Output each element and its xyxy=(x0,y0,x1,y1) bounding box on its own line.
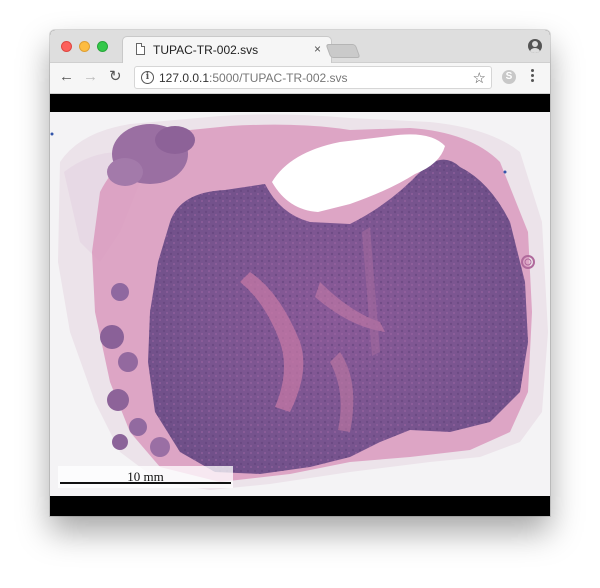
address-bar[interactable]: i 127.0.0.1:5000/TUPAC-TR-002.svs ☆ xyxy=(134,66,492,89)
slide-viewer[interactable]: 10 mm xyxy=(50,94,550,516)
info-icon[interactable]: i xyxy=(141,71,154,84)
browser-window: TUPAC-TR-002.svs × ← → ↻ i 127.0.0.1:500… xyxy=(50,30,550,516)
title-bar: TUPAC-TR-002.svs × xyxy=(50,30,550,63)
extension-icon[interactable]: S xyxy=(502,70,516,84)
tab-close-button[interactable]: × xyxy=(314,42,321,56)
close-window-button[interactable] xyxy=(61,41,72,52)
scale-line xyxy=(60,482,231,484)
screen: TUPAC-TR-002.svs × ← → ↻ i 127.0.0.1:500… xyxy=(0,0,600,588)
url-path: :5000/TUPAC-TR-002.svs xyxy=(209,71,348,85)
bookmark-star-icon[interactable]: ☆ xyxy=(473,69,486,87)
maximize-window-button[interactable] xyxy=(97,41,108,52)
back-button[interactable]: ← xyxy=(59,69,74,85)
browser-toolbar: ← → ↻ i 127.0.0.1:5000/TUPAC-TR-002.svs … xyxy=(50,63,550,94)
new-tab-button[interactable] xyxy=(325,44,361,58)
menu-kebab-icon[interactable] xyxy=(531,69,535,85)
forward-button[interactable]: → xyxy=(83,69,98,85)
url-text: 127.0.0.1:5000/TUPAC-TR-002.svs xyxy=(159,71,348,85)
scale-bar: 10 mm xyxy=(58,466,233,488)
tab-title: TUPAC-TR-002.svs xyxy=(153,43,259,57)
minimize-window-button[interactable] xyxy=(79,41,90,52)
url-host: 127.0.0.1 xyxy=(159,71,210,85)
profile-icon[interactable] xyxy=(528,39,542,53)
reload-button[interactable]: ↻ xyxy=(109,69,122,85)
document-icon xyxy=(136,43,145,55)
tab-active[interactable]: TUPAC-TR-002.svs × xyxy=(122,36,332,63)
slide-image[interactable]: 10 mm xyxy=(50,112,550,496)
tissue-image xyxy=(50,114,548,491)
